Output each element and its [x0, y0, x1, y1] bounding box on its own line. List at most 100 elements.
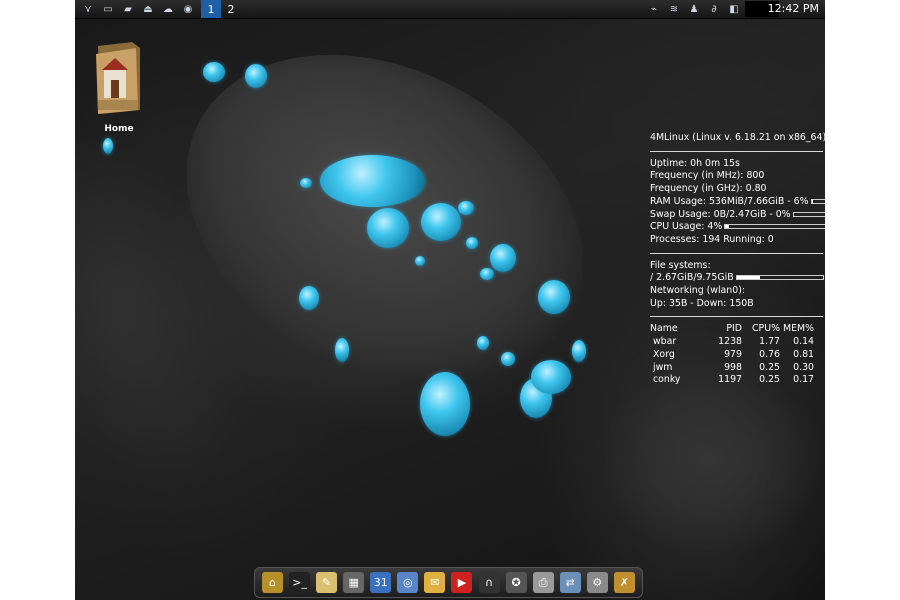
cloud-icon[interactable]: ☁ — [161, 3, 175, 15]
process-name: Xorg — [653, 348, 675, 360]
process-mem: 0.14 — [793, 336, 814, 348]
process-mem: 0.81 — [793, 348, 814, 360]
frequency-mhz: Frequency (in MHz): 800 — [650, 170, 765, 182]
top-panel: ⋎ ▭ ▰ ⏏ ☁ ◉ 1 2 ⌁ ≋ ♟ ∂ ◧ 12:42 PM — [75, 0, 825, 19]
water-drop — [367, 208, 409, 248]
web-browser-icon[interactable]: ◎ — [397, 572, 419, 593]
col-cpu: CPU% — [752, 323, 780, 335]
audio-icon[interactable]: ◉ — [181, 3, 195, 15]
ram-bar-fill — [811, 199, 814, 203]
network-updown: Up: 35B - Down: 150B — [650, 297, 754, 309]
process-pid: 998 — [724, 361, 742, 373]
water-drop — [421, 203, 461, 241]
frequency-ghz: Frequency (in GHz): 0.80 — [650, 183, 767, 195]
water-drop — [420, 372, 470, 436]
cpu-usage: CPU Usage: 4% — [650, 221, 723, 233]
root-fs-bar-fill — [736, 276, 760, 280]
process-row: Xorg 979 0.76 0.81 — [650, 349, 823, 362]
divider — [650, 316, 823, 318]
ram-usage: RAM Usage: 536MiB/7.66GiB - 6% — [650, 195, 809, 207]
home-desktop-icon[interactable]: Home — [89, 40, 149, 134]
col-name: Name — [650, 323, 678, 335]
wifi-icon[interactable]: ≋ — [667, 3, 681, 15]
printer-icon[interactable]: ⎙ — [532, 572, 554, 593]
desktop-screen: ⋎ ▭ ▰ ⏏ ☁ ◉ 1 2 ⌁ ≋ ♟ ∂ ◧ 12:42 PM Home … — [75, 0, 825, 600]
cpu-bar-fill — [725, 225, 730, 229]
settings-icon[interactable]: ⚙ — [586, 572, 608, 593]
file-manager-icon[interactable]: ▭ — [101, 3, 115, 15]
home-folder-icon[interactable]: ⌂ — [262, 572, 284, 593]
swap-usage-row: Swap Usage: 0B/2.47GiB - 0% — [650, 208, 825, 222]
video-reel-icon[interactable]: ✪ — [505, 572, 527, 593]
user-icon[interactable]: ♟ — [687, 3, 701, 15]
process-pid: 979 — [724, 348, 742, 360]
terminal-icon[interactable]: >_ — [289, 572, 311, 593]
process-pid: 1197 — [718, 374, 742, 386]
water-drop — [531, 360, 571, 394]
process-pid: 1238 — [718, 336, 742, 348]
cpu-bar — [724, 224, 825, 230]
water-drop — [458, 201, 474, 215]
home-icon-label: Home — [104, 124, 134, 134]
water-drop — [572, 340, 586, 362]
water-drop — [245, 64, 267, 88]
process-row: wbar 1238 1.77 0.14 — [650, 336, 823, 349]
uptime: Uptime: 0h 0m 15s — [650, 157, 740, 169]
process-table-header: Name PID CPU% MEM% — [650, 323, 823, 336]
home-folder-icon — [96, 42, 140, 114]
col-mem: MEM% — [782, 323, 814, 335]
col-pid: PID — [726, 323, 742, 335]
process-mem: 0.17 — [793, 374, 814, 386]
process-name: wbar — [653, 336, 677, 348]
water-drop — [480, 268, 494, 280]
cpu-usage-row: CPU Usage: 4% — [650, 221, 825, 234]
disk-icon[interactable]: ◧ — [727, 3, 741, 15]
text-editor-icon[interactable]: ✎ — [316, 572, 338, 593]
divider — [650, 150, 823, 152]
app-menu-icon[interactable]: ⋎ — [81, 3, 95, 15]
calendar-icon[interactable]: 31 — [370, 572, 392, 593]
process-name: jwm — [653, 361, 673, 373]
water-drop — [501, 352, 515, 366]
power-plug-icon[interactable]: ⌁ — [647, 3, 661, 15]
process-row: jwm 998 0.25 0.30 — [650, 362, 823, 375]
headphones-icon[interactable]: ∩ — [478, 572, 500, 593]
process-cpu: 0.25 — [759, 374, 780, 386]
youtube-icon[interactable]: ▶ — [451, 572, 473, 593]
workspace-1[interactable]: 1 — [201, 0, 221, 18]
water-drop — [203, 62, 225, 82]
divider — [650, 252, 823, 254]
ram-usage-row: RAM Usage: 536MiB/7.66GiB - 6% — [650, 195, 825, 209]
water-drop — [466, 237, 478, 249]
processes: Processes: 194 Running: 0 — [650, 233, 774, 245]
swap-usage: Swap Usage: 0B/2.47GiB - 0% — [650, 208, 791, 220]
root-fs: / 2.67GiB/9.75GiB — [650, 272, 734, 284]
battery-icon[interactable]: ▰ — [121, 3, 135, 15]
process-cpu: 1.77 — [759, 336, 780, 348]
networking-label: Networking (wlan0): — [650, 285, 746, 297]
calculator-icon[interactable]: ▦ — [343, 572, 365, 593]
water-drop — [415, 256, 425, 266]
system-tray: ⌁ ≋ ♟ ∂ ◧ — [641, 0, 741, 18]
wallpaper-leaf — [595, 360, 825, 560]
network-icon[interactable]: ⇄ — [559, 572, 581, 593]
swap-bar — [792, 211, 825, 217]
water-drop — [320, 155, 425, 207]
clip-icon[interactable]: ∂ — [707, 3, 721, 15]
email-icon[interactable]: ✉ — [424, 572, 446, 593]
eject-icon[interactable]: ⏏ — [141, 3, 155, 15]
process-cpu: 0.76 — [759, 348, 780, 360]
water-drop — [299, 286, 319, 310]
launcher-dock: ⌂ >_ ✎ ▦ 31 ◎ ✉ ▶ ∩ ✪ ⎙ ⇄ ⚙ ✗ — [254, 567, 643, 598]
water-drop — [300, 178, 312, 188]
process-name: conky — [653, 374, 681, 386]
tools-icon[interactable]: ✗ — [613, 572, 635, 593]
water-drop — [103, 138, 113, 154]
water-drop — [477, 336, 489, 350]
workspace-2[interactable]: 2 — [221, 0, 241, 18]
clock[interactable]: 12:42 PM — [768, 0, 819, 18]
process-row: conky 1197 0.25 0.17 — [650, 374, 823, 387]
ram-bar — [810, 198, 825, 204]
water-drop — [335, 338, 349, 362]
process-cpu: 0.25 — [759, 361, 780, 373]
